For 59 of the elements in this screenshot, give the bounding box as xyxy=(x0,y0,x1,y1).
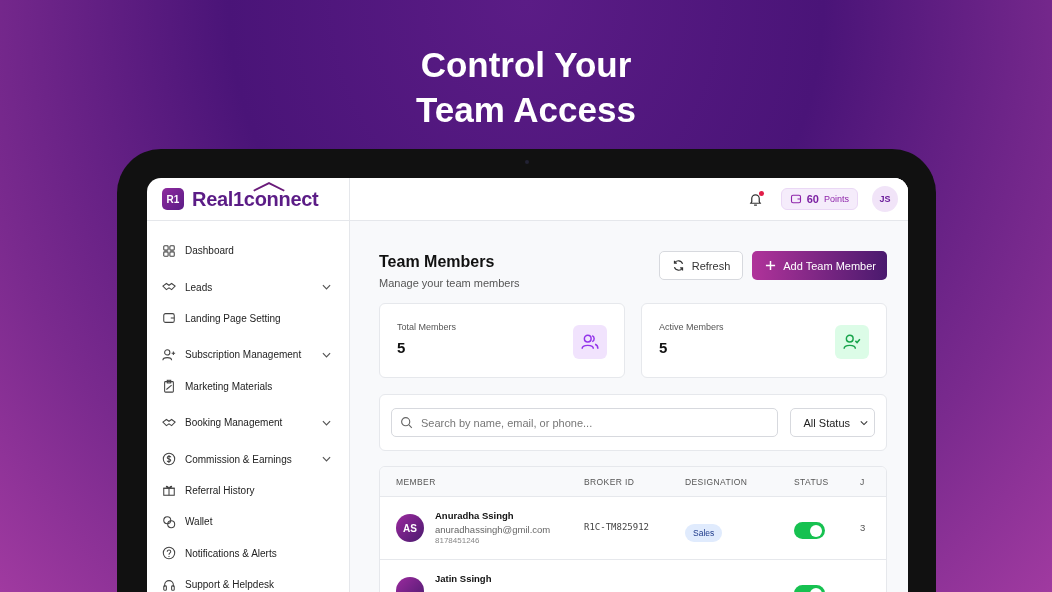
designation-tag: Sales xyxy=(685,524,723,542)
sidebar-item[interactable]: Wallet xyxy=(162,506,349,538)
users-icon xyxy=(573,325,607,359)
status-dropdown[interactable]: All Status xyxy=(789,408,875,437)
column-header: STATUS xyxy=(794,476,830,487)
add-button[interactable]: Add Team Member xyxy=(752,251,887,280)
sidebar-item[interactable]: Leads xyxy=(162,271,349,303)
sidebar-item[interactable]: Booking Management xyxy=(162,406,349,439)
column-header: MEMBER xyxy=(395,476,437,487)
stat-value: 5 xyxy=(397,339,407,356)
refresh-icon xyxy=(671,259,685,272)
headline: Team Access xyxy=(416,89,636,131)
search-field[interactable]: Search by name, email, or phone... xyxy=(391,408,778,437)
sidebar-item[interactable]: Landing Page Setting xyxy=(162,302,349,335)
bell-icon[interactable] xyxy=(747,191,763,207)
logo-text: Real1connect xyxy=(192,187,319,211)
clipboard-icon xyxy=(162,379,176,394)
sidebar-item[interactable]: Notifications & Alerts xyxy=(162,537,349,569)
dollar-icon xyxy=(162,452,176,467)
member-name: Anuradha Ssingh xyxy=(435,510,515,521)
page-subtitle: Manage your team members xyxy=(379,277,520,289)
points-pill[interactable]: 60 Points xyxy=(780,188,858,210)
member-name: Jatin Ssingh xyxy=(435,573,492,584)
member-email: anuradhassingh@gmil.com xyxy=(435,524,551,535)
plus-icon xyxy=(765,260,777,271)
member-phone: 8178451246 xyxy=(435,536,481,545)
user-check-icon xyxy=(835,325,869,359)
column-header: J xyxy=(860,476,865,487)
help-icon xyxy=(162,546,176,561)
status-toggle[interactable] xyxy=(794,522,825,539)
sidebar-item[interactable]: Support & Helpdesk xyxy=(162,568,349,592)
user-avatar[interactable]: JS xyxy=(872,186,898,212)
user-plus-icon xyxy=(162,347,176,362)
page-title: Team Members xyxy=(379,253,496,271)
search-icon xyxy=(400,416,413,429)
sidebar-item[interactable]: Referral History xyxy=(162,474,349,507)
stat-value: 5 xyxy=(659,339,669,356)
column-header: DESIGNATION xyxy=(685,476,749,487)
chevron-down-icon xyxy=(860,419,868,426)
stat-label: Active Members xyxy=(659,322,724,332)
grid-icon xyxy=(162,243,176,258)
headline: Control Your xyxy=(420,44,632,86)
stat-label: Total Members xyxy=(397,322,457,332)
logo-badge: R1 xyxy=(162,188,184,210)
member-avatar: AS xyxy=(396,514,424,542)
headset-icon xyxy=(162,577,176,592)
roof-icon xyxy=(252,180,286,192)
wallet-icon xyxy=(789,193,802,205)
gift-icon xyxy=(162,483,176,498)
refresh-button[interactable]: Refresh xyxy=(658,251,744,280)
coins-icon xyxy=(162,514,176,529)
column-header: BROKER ID xyxy=(584,476,636,487)
sidebar-item[interactable]: Commission & Earnings xyxy=(162,443,349,475)
sidebar-item[interactable]: Marketing Materials xyxy=(162,370,349,402)
sidebar-item[interactable]: Dashboard xyxy=(162,235,349,267)
broker-id: R1C-TM825912 xyxy=(584,522,651,532)
sidebar-item[interactable]: Subscription Management xyxy=(162,339,349,371)
wallet-icon xyxy=(162,311,176,326)
table-cell: 3 xyxy=(860,522,866,533)
